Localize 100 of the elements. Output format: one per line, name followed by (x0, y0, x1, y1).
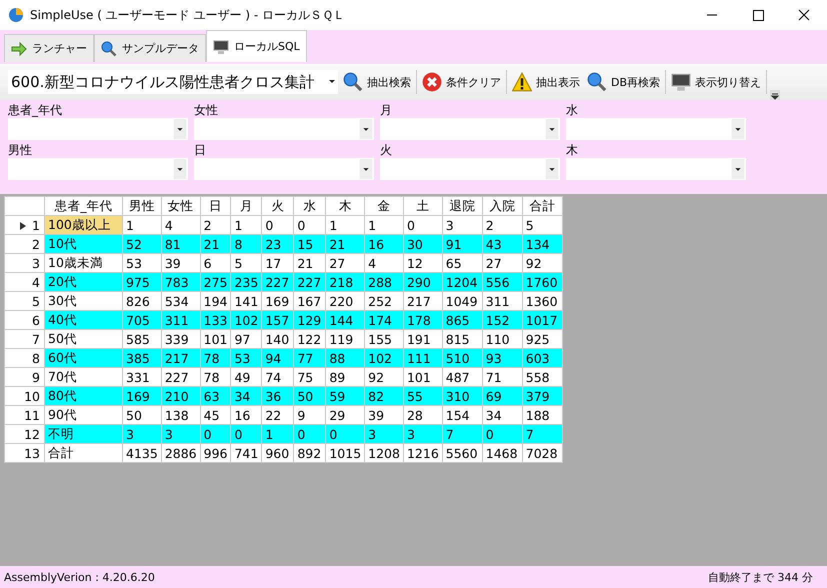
table-cell: 23 (262, 234, 294, 254)
column-header[interactable]: 男性 (122, 196, 162, 216)
toolbar-button[interactable]: 抽出表示 (510, 72, 582, 92)
table-cell: 1208 (364, 444, 404, 462)
tab[interactable]: サンプルデータ (94, 34, 206, 62)
table-cell: 290 (403, 272, 442, 292)
table-cell: 157 (262, 310, 294, 330)
table-cell: 100歳以上 (44, 216, 122, 234)
table-cell: 53 (230, 348, 262, 368)
table-cell: 21 (200, 234, 231, 254)
monitor-icon (213, 38, 229, 54)
table-cell: 960 (262, 444, 294, 462)
table-cell: 合計 (44, 444, 122, 462)
table-cell: 1760 (522, 272, 562, 292)
column-header[interactable]: 合計 (522, 196, 562, 216)
table-cell: 30 (403, 234, 442, 254)
version-text: AssemblyVerion : 4.20.6.20 (4, 570, 155, 584)
table-cell: 0 (294, 424, 326, 444)
filter-label: 男性 (8, 142, 33, 158)
table-cell: 603 (522, 348, 562, 368)
row-header[interactable]: 13 (4, 444, 44, 462)
table-cell: 4135 (122, 444, 162, 462)
table-cell: 556 (482, 272, 522, 292)
table-cell: 3 (122, 424, 162, 444)
row-header[interactable]: 5 (4, 292, 44, 310)
column-header[interactable]: 日 (200, 196, 231, 216)
table-cell: 129 (294, 310, 326, 330)
table-cell: 1468 (482, 444, 522, 462)
auto-exit-text: 自動終了まで 344 分 (708, 570, 813, 584)
table-cell: 111 (403, 348, 442, 368)
table-cell: 59 (326, 386, 365, 406)
table-cell: 3 (364, 424, 404, 444)
column-header[interactable]: 患者_年代 (44, 196, 122, 216)
column-header[interactable]: 火 (262, 196, 294, 216)
table-cell: 88 (326, 348, 365, 368)
filter-label: 月 (380, 102, 393, 118)
row-header[interactable]: 11 (4, 406, 44, 424)
table-cell: 227 (294, 272, 326, 292)
table-cell: 1015 (326, 444, 365, 462)
table-cell: 82 (364, 386, 404, 406)
table-cell: 217 (161, 348, 200, 368)
table-cell: 10代 (44, 234, 122, 254)
dropdown-arrow-icon (329, 80, 335, 84)
table-cell: 227 (262, 272, 294, 292)
table-cell: 865 (442, 310, 482, 330)
row-header[interactable]: 3 (4, 254, 44, 272)
search-icon (101, 40, 117, 56)
column-header[interactable]: 水 (294, 196, 326, 216)
filter-label: 女性 (194, 102, 219, 118)
arrow-icon (11, 40, 27, 56)
tab[interactable]: ローカルSQL (206, 30, 307, 62)
column-header[interactable]: 金 (364, 196, 404, 216)
filter-label: 火 (380, 142, 393, 158)
table-cell: 80代 (44, 386, 122, 406)
row-header[interactable]: 7 (4, 330, 44, 348)
table-cell: 94 (262, 348, 294, 368)
toolbar-button[interactable]: 抽出検索 (341, 72, 413, 92)
column-header[interactable]: 女性 (161, 196, 200, 216)
table-cell: 235 (230, 272, 262, 292)
table-cell: 7 (442, 424, 482, 444)
table-cell: 40代 (44, 310, 122, 330)
table-cell: 218 (326, 272, 365, 292)
table-cell: 705 (122, 310, 162, 330)
toolbar-button[interactable]: 表示切り替え (669, 72, 764, 92)
table-cell: 0 (230, 424, 262, 444)
column-header[interactable]: 退院 (442, 196, 482, 216)
filter-label: 患者_年代 (8, 102, 63, 118)
table-cell: 3 (403, 424, 442, 444)
row-header[interactable]: 1 (4, 216, 44, 234)
table-cell: 3 (161, 424, 200, 444)
table-cell: 102 (230, 310, 262, 330)
table-cell: 55 (403, 386, 442, 406)
table-cell: 43 (482, 234, 522, 254)
table-cell: 996 (200, 444, 231, 462)
table-cell: 0 (482, 424, 522, 444)
search-icon (587, 72, 607, 92)
table-cell: 178 (403, 310, 442, 330)
column-header[interactable]: 月 (230, 196, 262, 216)
tab[interactable]: ランチャー (4, 34, 94, 62)
filter-label: 日 (194, 142, 207, 158)
table-cell: 275 (200, 272, 231, 292)
table-cell: 1 (262, 424, 294, 444)
row-header[interactable]: 9 (4, 368, 44, 386)
table-cell: 63 (200, 386, 231, 406)
column-header[interactable]: 木 (326, 196, 365, 216)
table-cell: 144 (326, 310, 365, 330)
clear-icon (422, 72, 442, 92)
toolbar-button[interactable]: DB再検索 (585, 72, 662, 92)
table-cell: 288 (364, 272, 404, 292)
monitor-icon (671, 72, 692, 92)
toolbar-button[interactable]: 条件クリア (420, 72, 503, 92)
overflow-icon[interactable] (770, 90, 780, 100)
table-cell: 20代 (44, 272, 122, 292)
table-cell: 741 (230, 444, 262, 462)
table-cell: 892 (294, 444, 326, 462)
table-cell: 21 (326, 234, 365, 254)
column-header[interactable]: 土 (403, 196, 442, 216)
query-dropdown[interactable]: 600.新型コロナウイルス陽性患者クロス集計 (8, 70, 338, 94)
table-cell: 91 (442, 234, 482, 254)
column-header[interactable]: 入院 (482, 196, 522, 216)
